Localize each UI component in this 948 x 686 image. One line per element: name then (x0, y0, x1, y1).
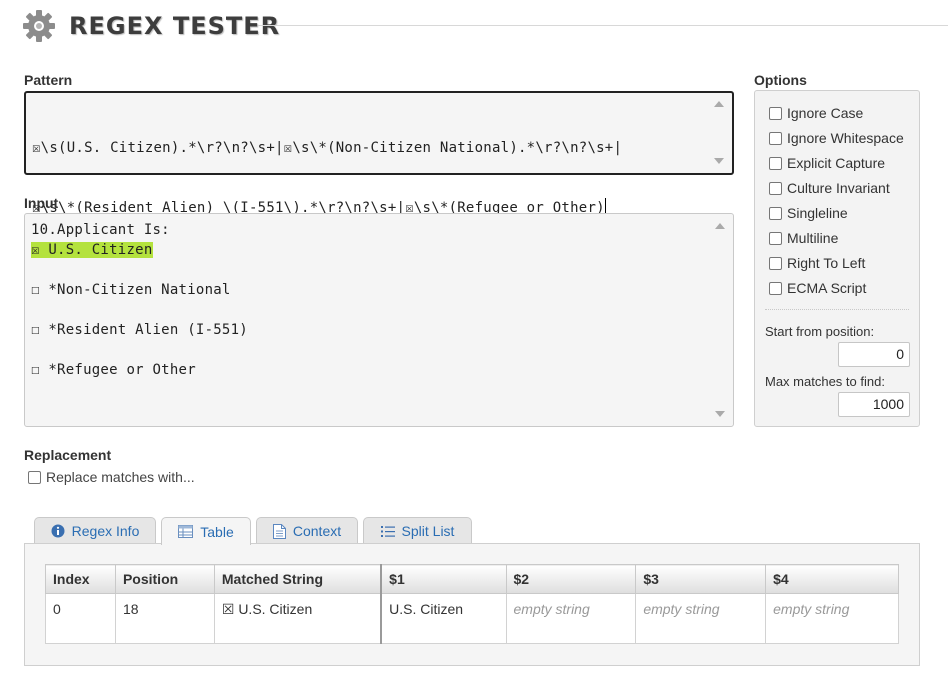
checkbox[interactable] (769, 156, 782, 170)
max-matches-label: Max matches to find: (765, 374, 885, 389)
option-culture-invariant[interactable]: Culture Invariant (769, 178, 890, 198)
input-line: ☐ *Non-Citizen National (31, 280, 703, 300)
max-matches-input[interactable]: 1000 (838, 392, 910, 417)
input-label: Input (24, 195, 59, 211)
table-icon (178, 525, 194, 538)
replacement-label: Replacement (24, 447, 112, 463)
match-highlight: ☒ U.S. Citizen (31, 242, 153, 258)
table-cell: U.S. Citizen (380, 593, 507, 644)
scroll-up-icon[interactable] (714, 101, 724, 107)
input-line (31, 300, 703, 320)
input-line: ☐ *Refugee or Other (31, 360, 703, 380)
checkbox[interactable] (769, 181, 782, 195)
input-line-text: ☐ *Resident Alien (I-551) (31, 322, 248, 338)
scroll-up-icon[interactable] (715, 223, 725, 229)
input-line: ☒ U.S. Citizen (31, 240, 703, 260)
table-cell: empty string (505, 593, 637, 644)
tab-context[interactable]: Context (256, 517, 358, 544)
replace-checkbox[interactable] (28, 470, 41, 484)
tab-regex-info[interactable]: Regex Info (34, 517, 156, 544)
input-line: ☐ *Resident Alien (I-551) (31, 320, 703, 340)
header-divider (258, 25, 948, 26)
checkbox[interactable] (769, 131, 782, 145)
replace-checkbox-label: Replace matches with... (46, 469, 195, 485)
table-cell: empty string (765, 593, 899, 644)
results-panel: Index Position Matched String $1 $2 $3 $… (24, 543, 920, 666)
options-panel: Ignore Case Ignore Whitespace Explicit C… (754, 90, 920, 427)
table-cell: ☒ U.S. Citizen (213, 593, 382, 644)
options-divider (765, 309, 909, 310)
app-header: REGEX TESTER (22, 8, 948, 44)
document-icon (272, 523, 286, 539)
option-explicit-capture[interactable]: Explicit Capture (769, 153, 885, 173)
pattern-line: ☒\s(U.S. Citizen).*\r?\n?\s+|☒\s\*(Non-C… (32, 140, 623, 156)
pattern-label: Pattern (24, 72, 73, 88)
checkbox[interactable] (769, 281, 782, 295)
column-header[interactable]: Index (45, 564, 116, 594)
gear-icon (22, 9, 56, 43)
table-cell: 18 (114, 593, 215, 644)
input-line (31, 340, 703, 360)
app-title: REGEX TESTER (69, 12, 281, 40)
checkbox[interactable] (769, 206, 782, 220)
option-right-to-left[interactable]: Right To Left (769, 253, 865, 273)
table-cell: 0 (45, 593, 116, 644)
column-header[interactable]: Matched String (213, 564, 382, 594)
option-ignore-whitespace[interactable]: Ignore Whitespace (769, 128, 904, 148)
scroll-down-icon[interactable] (714, 158, 724, 164)
input-line-text: ☐ *Non-Citizen National (31, 282, 231, 298)
column-header[interactable]: $2 (505, 564, 637, 594)
input-lines[interactable]: 10.Applicant Is: ☒ U.S. Citizen ☐ *Non-Cit… (31, 220, 703, 380)
results-table: Index Position Matched String $1 $2 $3 $… (45, 564, 899, 644)
info-icon (51, 524, 65, 538)
input-line (31, 260, 703, 280)
start-position-input[interactable]: 0 (838, 342, 910, 367)
input-line-text: 10.Applicant Is: (31, 222, 170, 238)
option-multiline[interactable]: Multiline (769, 228, 838, 248)
checkbox[interactable] (769, 231, 782, 245)
tab-table[interactable]: Table (161, 517, 251, 545)
column-header[interactable]: $4 (765, 564, 899, 594)
option-ecma-script[interactable]: ECMA Script (769, 278, 866, 298)
table-header-row: Index Position Matched String $1 $2 $3 $… (45, 564, 899, 594)
column-header[interactable]: $3 (635, 564, 767, 594)
list-icon (380, 525, 395, 538)
option-singleline[interactable]: Singleline (769, 203, 848, 223)
tab-split-list[interactable]: Split List (363, 517, 472, 544)
table-cell: empty string (635, 593, 767, 644)
column-header[interactable]: Position (114, 564, 215, 594)
checkbox[interactable] (769, 106, 782, 120)
scroll-down-icon[interactable] (715, 411, 725, 417)
column-header[interactable]: $1 (380, 564, 507, 594)
input-line: 10.Applicant Is: (31, 220, 703, 240)
pattern-editor[interactable]: ☒\s(U.S. Citizen).*\r?\n?\s+|☒\s\*(Non-C… (24, 91, 734, 216)
replace-matches-option[interactable]: Replace matches with... (28, 467, 195, 487)
table-row: 0 18 ☒ U.S. Citizen U.S. Citizen empty s… (45, 593, 899, 644)
input-line-text: ☐ *Refugee or Other (31, 362, 196, 378)
options-label: Options (754, 72, 807, 88)
checkbox[interactable] (769, 256, 782, 270)
start-position-label: Start from position: (765, 324, 875, 339)
option-ignore-case[interactable]: Ignore Case (769, 103, 863, 123)
input-text-area[interactable]: 10.Applicant Is: ☒ U.S. Citizen ☐ *Non-Cit… (24, 213, 734, 427)
